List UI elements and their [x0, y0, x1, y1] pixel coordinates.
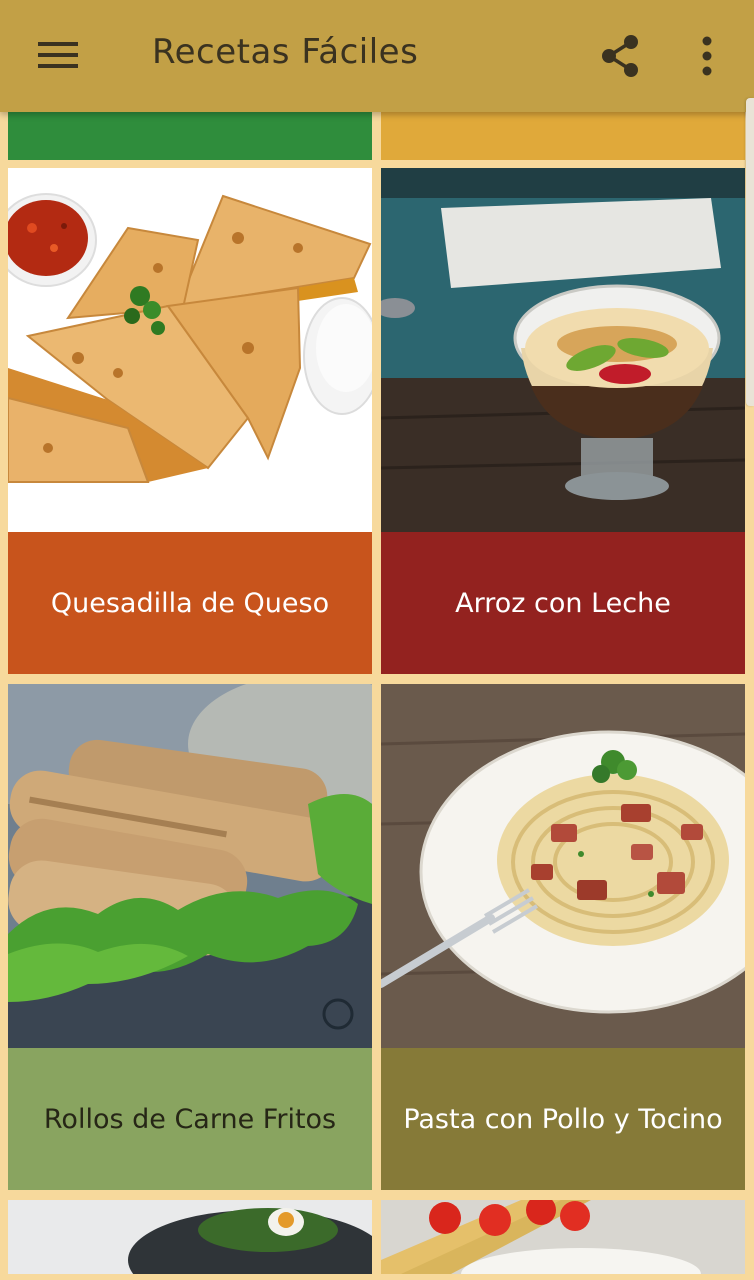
next-left-photo: [8, 1200, 372, 1274]
rollos-de-carne-photo: [8, 684, 372, 1048]
recipe-label: Pasta con Pollo y Tocino: [381, 1048, 745, 1190]
hamburger-menu-icon: [38, 42, 78, 68]
share-icon: [602, 35, 638, 77]
pasta-con-pollo-photo: [381, 684, 745, 1048]
previous-card-label-left[interactable]: [8, 112, 372, 160]
recipe-label: Quesadilla de Queso: [8, 532, 372, 674]
recipe-label: Arroz con Leche: [381, 532, 745, 674]
recipe-card-next-right[interactable]: [381, 1200, 745, 1274]
recipe-grid: Quesadilla de Queso Arroz con Leche Roll…: [0, 112, 754, 1280]
share-button[interactable]: [592, 28, 648, 84]
arroz-con-leche-photo: [381, 168, 745, 532]
recipe-label: Rollos de Carne Fritos: [8, 1048, 372, 1190]
more-options-button[interactable]: [684, 28, 730, 84]
app-title: Recetas Fáciles: [152, 32, 419, 72]
recipe-card-next-left[interactable]: [8, 1200, 372, 1274]
next-right-photo: [381, 1200, 745, 1274]
quesadilla-photo: [8, 168, 372, 532]
menu-button[interactable]: [28, 30, 88, 80]
scrollbar-thumb[interactable]: [746, 98, 754, 406]
previous-card-label-right[interactable]: [381, 112, 745, 160]
app-bar: Recetas Fáciles: [0, 0, 754, 112]
recipe-card-rollos-de-carne[interactable]: Rollos de Carne Fritos: [8, 684, 372, 1190]
recipe-card-arroz-con-leche[interactable]: Arroz con Leche: [381, 168, 745, 674]
more-vertical-icon: [702, 36, 712, 76]
recipe-card-pasta-con-pollo[interactable]: Pasta con Pollo y Tocino: [381, 684, 745, 1190]
recipe-card-quesadilla[interactable]: Quesadilla de Queso: [8, 168, 372, 674]
